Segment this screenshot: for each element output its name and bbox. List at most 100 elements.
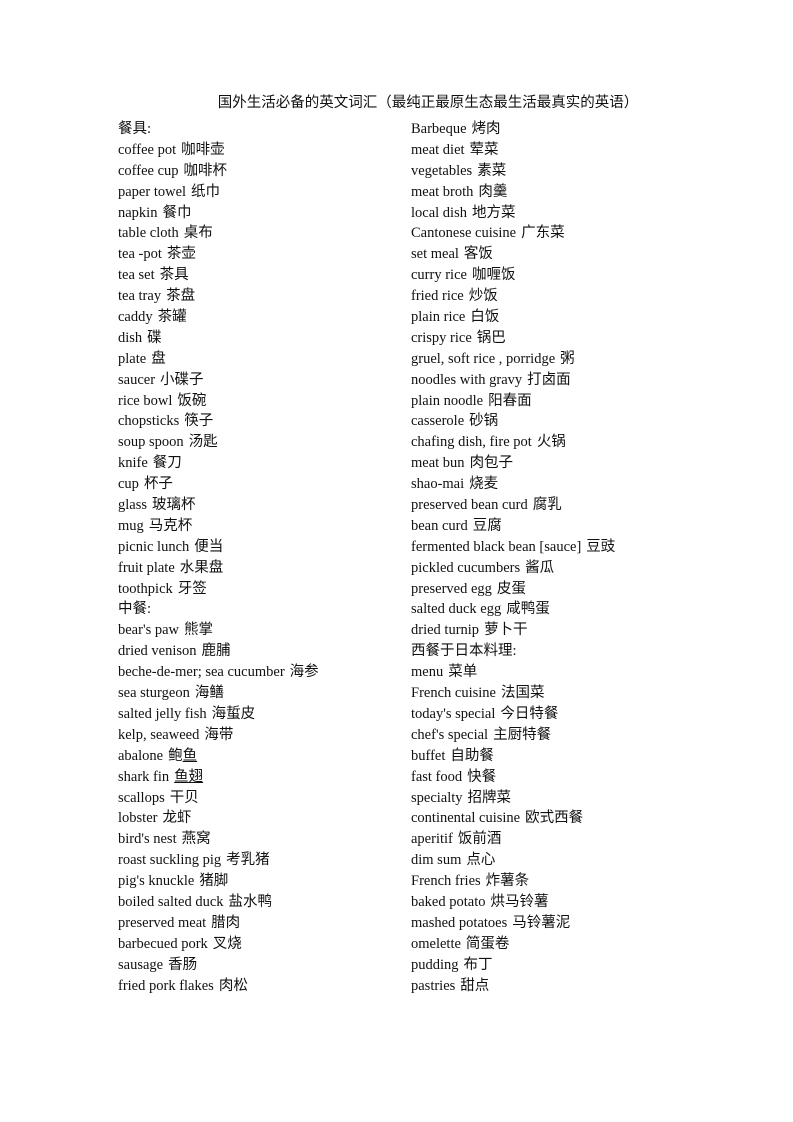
entry-gloss: 小碟子: [160, 371, 204, 388]
entry-gloss: 腐乳: [532, 497, 562, 514]
entry-term: boiled salted duck: [118, 893, 224, 910]
entry-term: chopsticks: [118, 413, 180, 430]
entry-term: tea set: [118, 267, 155, 284]
entry-term: cup: [118, 476, 139, 493]
entry-gloss: 叉烧: [212, 935, 242, 952]
vocabulary-entry: baked potato 烘马铃薯: [411, 892, 741, 913]
entry-term: continental cuisine: [411, 810, 521, 827]
entry-term: Barbeque: [411, 121, 467, 137]
vocabulary-entry: picnic lunch 便当: [118, 537, 408, 558]
entry-term: paper towel: [118, 183, 187, 200]
vocabulary-entry: set meal 客饭: [411, 244, 741, 265]
entry-term: lobster: [118, 810, 158, 827]
entry-gloss: 自助餐: [450, 747, 494, 764]
vocabulary-entry: fast food 快餐: [411, 767, 741, 788]
vocabulary-entry: shao-mai 烧麦: [411, 474, 741, 495]
vocabulary-entry: kelp, seaweed 海带: [118, 725, 408, 746]
vocabulary-entry: preserved bean curd 腐乳: [411, 495, 741, 516]
entry-term: plain rice: [411, 309, 466, 326]
vocabulary-entry: tea -pot 茶壶: [118, 244, 408, 265]
entry-term: noodles with gravy: [411, 371, 523, 388]
entry-gloss: 马铃薯泥: [512, 914, 571, 931]
entry-term: picnic lunch: [118, 538, 190, 555]
entry-gloss: 烘马铃薯: [490, 893, 549, 910]
vocabulary-entry: meat broth 肉羹: [411, 182, 741, 203]
entry-term: table cloth: [118, 225, 179, 242]
vocabulary-entry: preserved meat 腊肉: [118, 913, 408, 934]
entry-term: local dish: [411, 204, 467, 221]
vocabulary-entry: abalone 鲍鱼: [118, 746, 408, 767]
entry-term: curry rice: [411, 267, 467, 284]
entry-gloss: 餐巾: [162, 204, 192, 221]
entry-term: chafing dish, fire pot: [411, 434, 532, 451]
entry-gloss: 便当: [194, 538, 224, 555]
entry-term: napkin: [118, 204, 158, 221]
entry-gloss: 香肠: [168, 956, 198, 973]
entry-term: barbecued pork: [118, 935, 208, 952]
vocabulary-entry: dried turnip 萝卜干: [411, 620, 741, 641]
vocabulary-entry: plain noodle 阳春面: [411, 391, 741, 412]
vocabulary-entry: barbecued pork 叉烧: [118, 934, 408, 955]
vocabulary-entry: French cuisine 法国菜: [411, 683, 741, 704]
entry-gloss: 筷子: [184, 413, 214, 430]
entry-term: dish: [118, 329, 143, 346]
entry-gloss: 咖喱饭: [471, 267, 516, 284]
entry-term: Cantonese cuisine: [411, 225, 517, 242]
entry-gloss: 茶具: [159, 267, 189, 284]
entry-gloss: 肉羹: [478, 183, 508, 200]
entry-term: fast food: [411, 768, 463, 785]
entry-gloss: 马克杯: [148, 517, 193, 534]
entry-gloss: 豆腐: [472, 517, 502, 534]
entry-term: French fries: [411, 873, 481, 890]
entry-gloss-plain: 鲍: [168, 747, 183, 764]
entry-gloss: 甜点: [460, 977, 490, 994]
entry-term: mashed potatoes: [411, 914, 508, 931]
entry-term: French cuisine: [411, 685, 496, 702]
entry-gloss: 鹿脯: [201, 643, 231, 660]
entry-gloss: 海鳝: [194, 685, 224, 702]
entry-gloss: 广东菜: [521, 225, 565, 242]
vocabulary-entry: salted duck egg 咸鸭蛋: [411, 599, 741, 620]
entry-term: toothpick: [118, 580, 173, 597]
vocabulary-entry: gruel, soft rice , porridge 粥: [411, 349, 741, 370]
entry-gloss: 烤肉: [471, 121, 501, 137]
entry-gloss: 布丁: [463, 956, 493, 973]
vocabulary-entry: plate 盘: [118, 349, 408, 370]
entry-term: pig's knuckle: [118, 873, 195, 890]
entry-term: bean curd: [411, 517, 468, 534]
vocabulary-entry: pastries 甜点: [411, 976, 741, 997]
entry-term: baked potato: [411, 893, 486, 910]
vocabulary-entry: shark fin 鱼翅: [118, 767, 408, 788]
entry-gloss: 饭碗: [177, 392, 207, 409]
vocabulary-entry: casserole 砂锅: [411, 411, 741, 432]
entry-gloss: 欧式西餐: [525, 810, 584, 827]
entry-gloss: 法国菜: [500, 685, 545, 702]
entry-gloss: 水果盘: [179, 559, 224, 576]
section-heading: 西餐于日本料理:: [411, 643, 517, 660]
vocabulary-entry: beche-de-mer; sea cucumber 海参: [118, 662, 408, 683]
entry-term: bird's nest: [118, 831, 177, 848]
entry-term: abalone: [118, 747, 164, 764]
entry-gloss: 干贝: [169, 789, 199, 806]
page-title: 国外生活必备的英文词汇（最纯正最原生态最生活最真实的英语）: [217, 95, 639, 111]
entry-gloss: 牙签: [177, 580, 207, 597]
entry-gloss: 客饭: [463, 246, 493, 263]
entry-gloss: 今日特餐: [500, 705, 559, 722]
entry-term: chef's special: [411, 726, 489, 743]
vocabulary-entry: French fries 炸薯条: [411, 871, 741, 892]
entry-gloss: 海参: [289, 664, 319, 681]
vocabulary-entry: pudding 布丁: [411, 955, 741, 976]
section-heading: 餐具:: [118, 121, 152, 137]
entry-gloss: 鱼翅: [174, 768, 204, 785]
vocabulary-entry: fried pork flakes 肉松: [118, 976, 408, 997]
vocabulary-entry: dried venison 鹿脯: [118, 641, 408, 662]
vocabulary-entry: mashed potatoes 马铃薯泥: [411, 913, 741, 934]
entry-term: preserved meat: [118, 914, 207, 931]
entry-gloss: 招牌菜: [467, 789, 512, 806]
vocabulary-entry: pig's knuckle 猪脚: [118, 871, 408, 892]
vocabulary-entry: bird's nest 燕窝: [118, 829, 408, 850]
vocabulary-entry: plain rice 白饭: [411, 307, 741, 328]
vocabulary-entry: mug 马克杯: [118, 516, 408, 537]
entry-term: scallops: [118, 789, 165, 806]
entry-term: meat diet: [411, 141, 465, 158]
